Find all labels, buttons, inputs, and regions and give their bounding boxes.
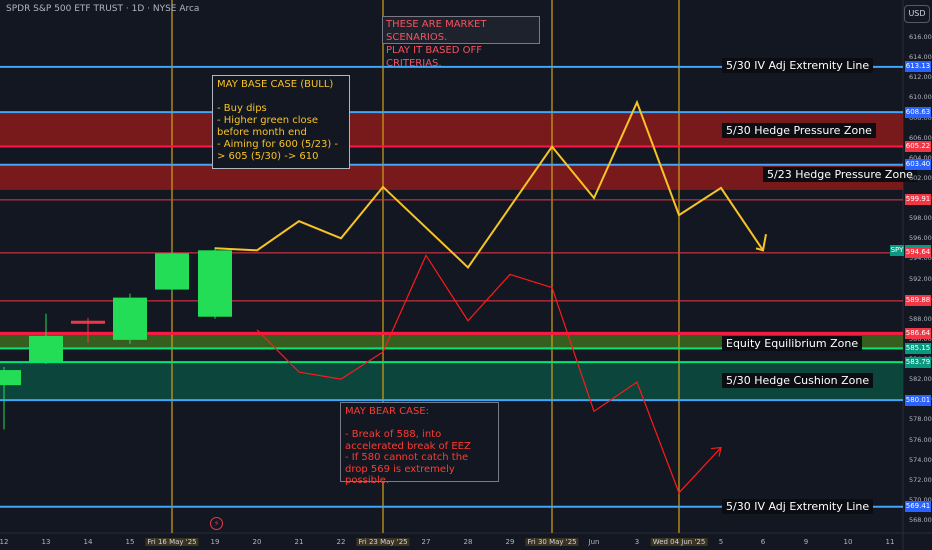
- time-tick: 3: [634, 538, 640, 546]
- price-tick: 592.00: [909, 274, 932, 283]
- price-tag: 586.64: [905, 327, 931, 339]
- price-tag: 583.79: [905, 356, 931, 368]
- symbol-title: SPDR S&P 500 ETF TRUST · 1D · NYSE Arca: [6, 4, 200, 14]
- price-tick: 602.00: [909, 173, 932, 182]
- price-tag: 605.22: [905, 140, 931, 152]
- candle-body: [155, 253, 189, 290]
- price-tick: 596.00: [909, 234, 932, 243]
- time-tick: 14: [83, 538, 93, 546]
- zone-label: 5/23 Hedge Pressure Zone: [763, 166, 917, 182]
- zone-label: 5/30 Hedge Cushion Zone: [722, 373, 874, 389]
- time-tick: 20: [252, 538, 262, 546]
- time-tick: Fri 23 May '25: [356, 538, 410, 546]
- time-tick: Fri 16 May '25: [145, 538, 199, 546]
- time-tick: 12: [0, 538, 9, 546]
- time-tick: 11: [885, 538, 895, 546]
- scenario-note: THESE ARE MARKET SCENARIOS. PLAY IT BASE…: [382, 16, 540, 69]
- time-tick: Fri 30 May '25: [525, 538, 579, 546]
- price-tick: 598.00: [909, 214, 932, 223]
- time-tick: Jun: [588, 538, 600, 546]
- price-tag: 599.91: [905, 194, 931, 206]
- price-tick: 576.00: [909, 435, 932, 444]
- candle-body: [198, 250, 232, 317]
- zone-label: 5/30 IV Adj Extremity Line: [722, 498, 874, 514]
- time-tick: 19: [210, 538, 220, 546]
- time-tick: 5: [718, 538, 724, 546]
- time-tick: 29: [505, 538, 515, 546]
- price-tag: 580.01: [905, 394, 931, 406]
- time-tick: 21: [294, 538, 304, 546]
- time-tick: 9: [803, 538, 809, 546]
- candle-body: [0, 370, 21, 386]
- time-tick: 15: [125, 538, 135, 546]
- price-tag: 594.64: [905, 247, 931, 259]
- time-tick: 6: [760, 538, 766, 546]
- time-tick: 10: [843, 538, 853, 546]
- bear-case-note: MAY BEAR CASE: - Break of 588, into acce…: [340, 402, 499, 486]
- price-tick: 616.00: [909, 33, 932, 41]
- price-tag: 585.15: [905, 342, 931, 354]
- price-tag: 603.40: [905, 159, 931, 171]
- zone-label: 5/30 Hedge Pressure Zone: [722, 122, 876, 138]
- candle-body: [113, 297, 147, 340]
- currency-button[interactable]: USD: [904, 5, 930, 23]
- price-tag: 589.88: [905, 295, 931, 307]
- price-tick: 588.00: [909, 314, 932, 323]
- time-tick: 22: [336, 538, 346, 546]
- time-tick: Wed 04 Jun '25: [650, 538, 708, 546]
- spy-symbol-tag: SPY: [890, 245, 904, 257]
- price-tag: 613.13: [905, 61, 931, 73]
- zone-label: 5/30 IV Adj Extremity Line: [722, 58, 874, 74]
- zone-label: Equity Equilibrium Zone: [722, 335, 863, 351]
- price-tick: 614.00: [909, 53, 932, 62]
- price-tick: 574.00: [909, 455, 932, 464]
- bull-case-note: MAY BASE CASE (BULL) - Buy dips - Higher…: [212, 75, 350, 169]
- price-tick: 568.00: [909, 516, 932, 524]
- price-tick: 582.00: [909, 375, 932, 384]
- price-tick: 578.00: [909, 415, 932, 424]
- time-tick: 27: [421, 538, 431, 546]
- candle-body: [71, 320, 105, 324]
- price-tag: 608.63: [905, 106, 931, 118]
- event-bolt-icon[interactable]: ⚡: [210, 517, 223, 530]
- candle-body: [29, 335, 63, 363]
- time-tick: 28: [463, 538, 473, 546]
- price-tag: 569.41: [905, 501, 931, 513]
- price-tick: 572.00: [909, 475, 932, 484]
- price-tick: 610.00: [909, 93, 932, 102]
- time-tick: 13: [41, 538, 51, 546]
- price-tick: 612.00: [909, 73, 932, 82]
